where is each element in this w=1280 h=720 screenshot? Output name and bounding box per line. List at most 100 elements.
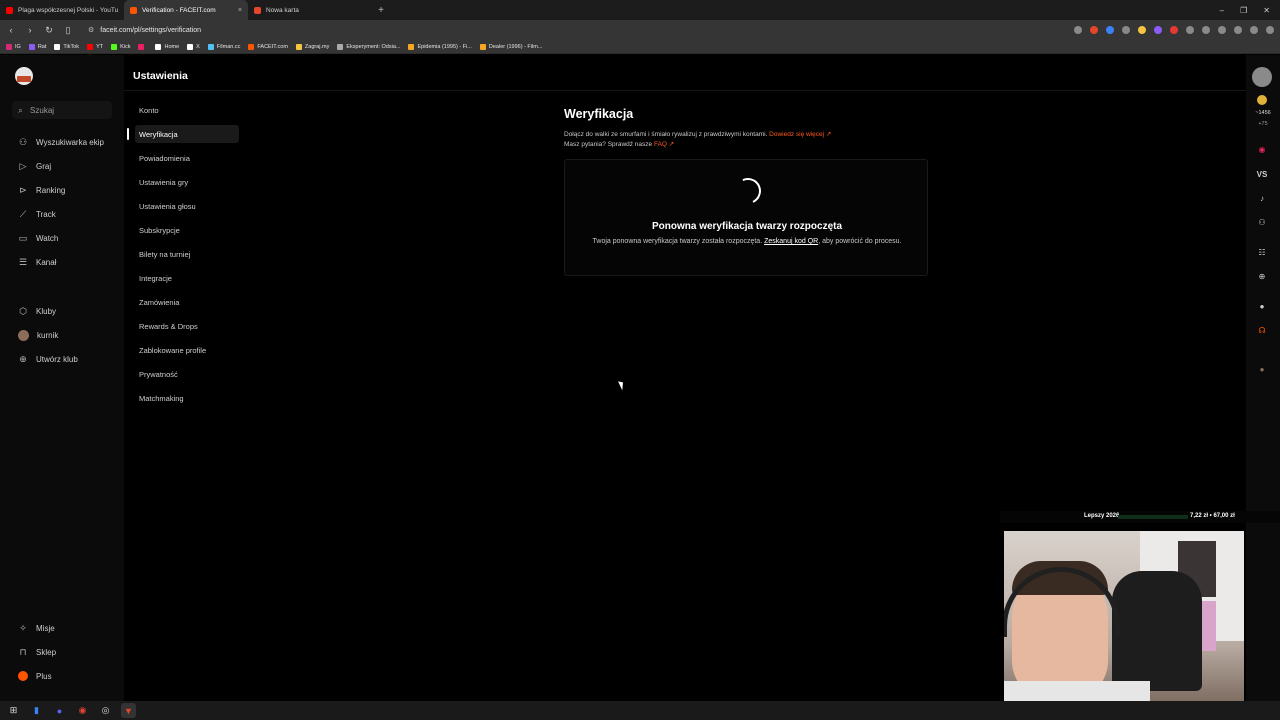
minimize-icon[interactable]: – [1220,6,1224,15]
friend-avatar-icon[interactable]: ● [1256,302,1268,314]
site-info-icon[interactable]: ⚙ [88,26,94,34]
settings-item-notifications[interactable]: Powiadomienia [135,149,239,167]
sidebar-item-play[interactable]: ▷ Graj [18,161,52,172]
browser-tab[interactable]: Plaga współczesnej Polski - YouTube [0,0,124,20]
url-field[interactable]: ⚙ faceit.com/pl/settings/verification [88,26,202,35]
user-avatar[interactable] [1252,67,1272,87]
clubs-icon: ⬡ [19,306,27,316]
bookmark-item[interactable]: TikTok [54,43,79,50]
close-window-icon[interactable]: ✕ [1263,6,1270,15]
settings-item-integrations[interactable]: Integracje [135,269,239,287]
sidebar-item-team-finder[interactable]: ⚇ Wyszukiwarka ekip [18,137,104,148]
extension-icon[interactable] [1170,26,1178,34]
bookmark-item[interactable]: Filman.cc [207,43,240,50]
browser-tab-active[interactable]: Verification - FACEIT.com × [124,0,248,20]
sidebar-item-watch[interactable]: ▭ Watch [18,233,59,244]
extension-icon[interactable] [1234,26,1242,34]
settings-item-rewards[interactable]: Rewards & Drops [135,317,239,335]
bookmark-item[interactable]: Kick [111,43,130,50]
bookmark-icon[interactable]: ▯ [63,25,73,36]
bookmark-item[interactable]: X [187,43,200,50]
brave-icon[interactable]: ▼ [121,703,136,718]
discord-icon[interactable]: ● [52,703,67,718]
settings-item-tickets[interactable]: Bilety na turniej [135,245,239,263]
faceit-icon [248,43,255,50]
extension-icon[interactable] [1138,26,1146,34]
faceit-favicon-icon [130,6,137,14]
friend-avatar-icon[interactable]: ● [1256,365,1268,377]
youtube-icon [87,43,94,50]
bell-icon[interactable]: ♪ [1256,194,1268,206]
elo-delta: +75 [1258,121,1268,127]
settings-item-account[interactable]: Konto [135,101,239,119]
sidebar-item-missions[interactable]: ✧ Misje [18,623,54,634]
extension-icon[interactable] [1106,26,1114,34]
faq-link[interactable]: FAQ ↗ [654,141,674,148]
extension-icon[interactable] [1122,26,1130,34]
share-icon[interactable] [1074,26,1082,34]
webcam-overlay [1000,531,1244,720]
extension-icon[interactable] [1250,26,1258,34]
menu-icon[interactable] [1266,26,1274,34]
new-tab-button[interactable]: + [372,0,390,20]
taskbar-app-icon[interactable]: ▮ [29,703,44,718]
settings-item-verification[interactable]: Weryfikacja [127,125,239,143]
add-icon[interactable]: ⊕ [1256,272,1268,284]
settings-item-blocked[interactable]: Zablokowane profile [135,341,239,359]
settings-item-privacy[interactable]: Prywatność [135,365,239,383]
bookmark-item[interactable]: FACEIT.com [248,43,288,50]
versus-icon[interactable]: VS [1256,170,1268,182]
settings-item-orders[interactable]: Zamówienia [135,293,239,311]
sidebar-item-track[interactable]: ⟋ Track [18,209,56,220]
settings-item-game[interactable]: Ustawienia gry [135,173,239,191]
friends-icon[interactable]: ⚇ [1256,218,1268,230]
tiktok-icon [54,43,61,50]
restore-icon[interactable]: ❐ [1240,6,1247,15]
learn-more-link[interactable]: Dowiedz się więcej ↗ [769,131,831,138]
bookmark-item[interactable]: YT [87,43,103,50]
reload-icon[interactable]: ↻ [44,25,54,36]
bookmark-item[interactable]: IG [6,43,21,50]
browser-tab[interactable]: Nowa karta [248,0,372,20]
sidebar-item-club-kurnik[interactable]: kurnik [18,330,58,341]
sidebar-item-shop[interactable]: ⊓ Sklep [18,647,56,658]
party-icon[interactable]: ◉ [1256,145,1268,157]
extension-icon[interactable] [1186,26,1194,34]
search-input[interactable]: ⌕ Szukaj [12,101,112,119]
bookmark-item[interactable]: Epidemia (1995) - Fi... [408,43,472,50]
back-icon[interactable]: ‹ [6,25,16,35]
bookmark-item[interactable]: Zagraj.my [295,43,329,50]
extensions-bar [1074,26,1274,34]
extensions-icon[interactable] [1202,26,1210,34]
headset-icon[interactable]: ☊ [1256,326,1268,338]
bookmark-item[interactable]: Dealer (1996) - Film... [479,43,542,50]
settings-item-matchmaking[interactable]: Matchmaking [135,389,239,407]
plus-circle-icon: ⊕ [19,354,27,364]
sidebar-item-create-club[interactable]: ⊕ Utwórz klub [18,354,78,365]
chrome-icon[interactable]: ◉ [75,703,90,718]
sidebar-item-feed[interactable]: ☰ Kanał [18,257,57,268]
sidebar-item-ranking[interactable]: ⊳ Ranking [18,185,65,196]
forward-icon[interactable]: › [25,25,35,35]
close-tab-icon[interactable]: × [238,7,242,14]
bookmark-item[interactable] [138,43,147,50]
settings-item-voice[interactable]: Ustawienia głosu [135,197,239,215]
chat-icon[interactable]: ☷ [1256,248,1268,260]
scan-qr-link[interactable]: Zeskanuj kod QR [764,238,818,245]
bookmark-item[interactable]: Home [155,43,179,50]
obs-icon[interactable]: ◎ [98,703,113,718]
extension-icon[interactable] [1154,26,1162,34]
download-icon[interactable] [1218,26,1226,34]
brave-shield-icon[interactable] [1090,26,1098,34]
sidebar-item-plus[interactable]: Plus [18,671,52,681]
profile-logo-icon[interactable] [15,67,33,85]
goal-amount: 7,22 zł • 67,00 zł [1190,513,1235,519]
watch-icon: ▭ [18,233,28,243]
sidebar-item-clubs[interactable]: ⬡ Kluby [18,306,56,317]
bookmark-item[interactable]: Rat [28,43,46,50]
bookmark-item[interactable]: Eksperyment: Odsia... [337,43,400,50]
settings-item-subscriptions[interactable]: Subskrypcje [135,221,239,239]
url-text: faceit.com/pl/settings/verification [100,26,202,34]
windows-start-icon[interactable]: ⊞ [6,703,21,718]
verification-status-card: Ponowna weryfikacja twarzy rozpoczęta Tw… [564,159,928,276]
